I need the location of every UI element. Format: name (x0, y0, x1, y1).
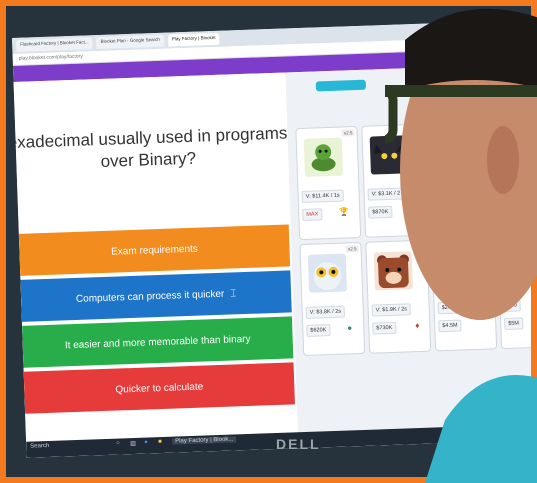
mouse-cursor-icon: ⌶ (230, 287, 237, 300)
blook-value-3: V: $3.8K / 2s (305, 305, 346, 319)
gem-icon: ● (347, 323, 353, 333)
browser-tab-3[interactable]: Play Factory | Blooket (167, 32, 220, 47)
factory-top-button[interactable] (315, 79, 367, 92)
blook-card-3[interactable]: x2.5 V: $3.8K / 2s $620K ● (299, 241, 366, 357)
answer-button-3[interactable]: It easier and more memorable than binary (22, 316, 294, 368)
browser-tab-2[interactable]: Blooket Plan - Google Search (96, 34, 165, 50)
edge-icon[interactable]: ● (144, 440, 148, 446)
blook-value-1: V: $11.4K / 1s (301, 189, 344, 203)
browser-tab-1[interactable]: Flashcard Factory | Blooket Fact... (16, 37, 93, 52)
trophy-icon: 🏆 (339, 207, 350, 217)
blook-level-1: x2.5 (341, 129, 355, 137)
taskbar-search[interactable]: Search (30, 443, 49, 450)
answer-label-4: Quicker to calculate (115, 381, 204, 396)
taskbar-active-app[interactable]: Play Factory | Blook... (172, 436, 237, 445)
question-text: exadecimal usually used in programs over… (12, 123, 288, 171)
blook-level-3: x2.5 (345, 245, 359, 253)
owl-blook-icon (307, 253, 348, 293)
dell-logo: DELL (276, 436, 321, 452)
answer-label-2: Computers can process it quicker (75, 288, 225, 305)
snake-blook-icon (303, 137, 344, 177)
windows-start-icon[interactable]: ○ (116, 440, 120, 446)
blook-card-1[interactable]: x2.5 V: $11.4K / 1s MAX 🏆 (295, 126, 362, 241)
answer-label-1: Exam requirements (110, 243, 199, 258)
answer-label-3: It easier and more memorable than binary (64, 333, 251, 351)
blook-upgrade-1[interactable]: MAX (302, 208, 323, 221)
answer-button-4[interactable]: Quicker to calculate (23, 362, 295, 414)
person-head (385, 8, 537, 483)
blook-upgrade-3[interactable]: $620K (306, 324, 331, 337)
file-explorer-icon[interactable]: ■ (158, 439, 162, 445)
answer-button-2[interactable]: Computers can process it quicker ⌶ (20, 270, 292, 322)
task-view-icon[interactable]: ▥ (130, 440, 136, 447)
answer-button-1[interactable]: Exam requirements (18, 224, 291, 276)
question-panel: exadecimal usually used in programs over… (12, 72, 299, 458)
